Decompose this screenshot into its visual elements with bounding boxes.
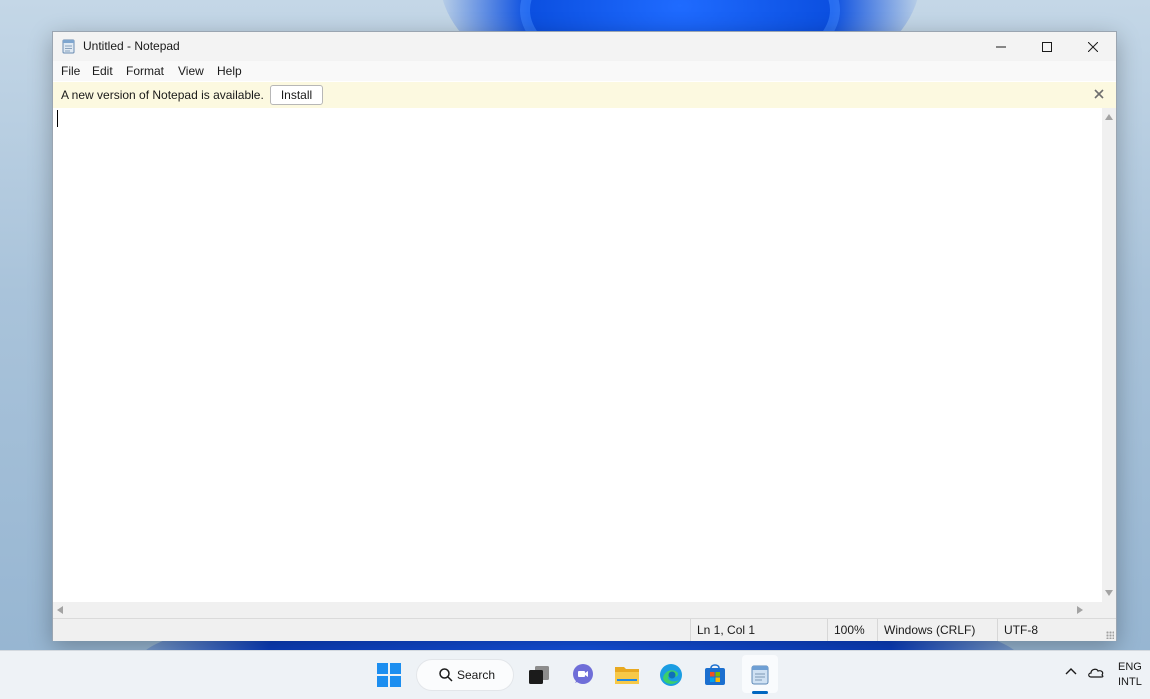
dismiss-infobar-icon[interactable]	[1093, 88, 1105, 100]
scroll-down-arrow-icon[interactable]	[1105, 590, 1113, 596]
resize-grip-icon[interactable]	[1106, 631, 1114, 639]
minimize-button[interactable]	[978, 32, 1024, 61]
search-label: Search	[457, 668, 496, 682]
store-icon	[705, 664, 725, 685]
notepad-taskbar-button[interactable]	[745, 660, 775, 690]
notepad-icon	[751, 665, 769, 685]
window-title: Untitled - Notepad	[83, 39, 180, 53]
status-line-ending: Windows (CRLF)	[877, 619, 994, 641]
scroll-left-arrow-icon[interactable]	[57, 606, 63, 614]
close-icon	[1088, 41, 1098, 52]
task-view-button[interactable]	[524, 660, 554, 690]
chevron-up-icon[interactable]	[1064, 666, 1078, 676]
windows-start-icon	[377, 663, 401, 687]
notepad-app-icon	[62, 39, 75, 54]
input-language-indicator[interactable]: ENG INTL	[1118, 660, 1142, 690]
language-code: ENG	[1118, 661, 1142, 673]
menu-bar: File Edit Format View Help	[53, 61, 1116, 81]
status-cursor-position: Ln 1, Col 1	[690, 619, 827, 641]
edge-icon	[660, 664, 682, 686]
update-message: A new version of Notepad is available.	[61, 88, 264, 102]
file-explorer-button[interactable]	[612, 660, 642, 690]
status-zoom: 100%	[827, 619, 876, 641]
taskbar-search-box[interactable]: Search	[416, 659, 514, 691]
close-button[interactable]	[1070, 32, 1116, 61]
start-button[interactable]	[374, 660, 404, 690]
search-icon	[439, 668, 453, 682]
menu-view[interactable]: View	[177, 64, 205, 78]
scroll-up-arrow-icon[interactable]	[1105, 114, 1113, 120]
teams-chat-icon	[573, 664, 593, 684]
menu-format[interactable]: Format	[125, 64, 165, 78]
update-infobar: A new version of Notepad is available. I…	[53, 82, 1116, 108]
maximize-icon	[1042, 41, 1052, 52]
scrollbar-corner	[1102, 602, 1116, 618]
status-bar: Ln 1, Col 1 100% Windows (CRLF) UTF-8	[53, 618, 1116, 641]
active-app-indicator	[752, 691, 768, 694]
edge-browser-button[interactable]	[656, 660, 686, 690]
teams-chat-button[interactable]	[568, 660, 598, 690]
install-button[interactable]: Install	[270, 85, 323, 105]
title-bar[interactable]: Untitled - Notepad	[53, 32, 1116, 61]
horizontal-scrollbar[interactable]	[53, 602, 1102, 618]
menu-file[interactable]: File	[60, 64, 81, 78]
task-view-icon	[529, 666, 549, 684]
scroll-right-arrow-icon[interactable]	[1077, 606, 1083, 614]
status-encoding: UTF-8	[997, 619, 1064, 641]
file-explorer-icon	[615, 667, 639, 684]
taskbar: Search ENG INTL	[0, 650, 1150, 699]
menu-help[interactable]: Help	[216, 64, 243, 78]
text-editor-area[interactable]	[53, 108, 1102, 602]
onedrive-cloud-icon[interactable]	[1087, 666, 1105, 678]
vertical-scrollbar[interactable]	[1102, 108, 1116, 602]
text-caret	[57, 110, 58, 127]
maximize-button[interactable]	[1024, 32, 1070, 61]
keyboard-layout: INTL	[1118, 676, 1142, 688]
minimize-icon	[996, 46, 1006, 47]
notepad-window: Untitled - Notepad File Edit Format View…	[52, 31, 1117, 641]
menu-edit[interactable]: Edit	[91, 64, 114, 78]
microsoft-store-button[interactable]	[700, 660, 730, 690]
